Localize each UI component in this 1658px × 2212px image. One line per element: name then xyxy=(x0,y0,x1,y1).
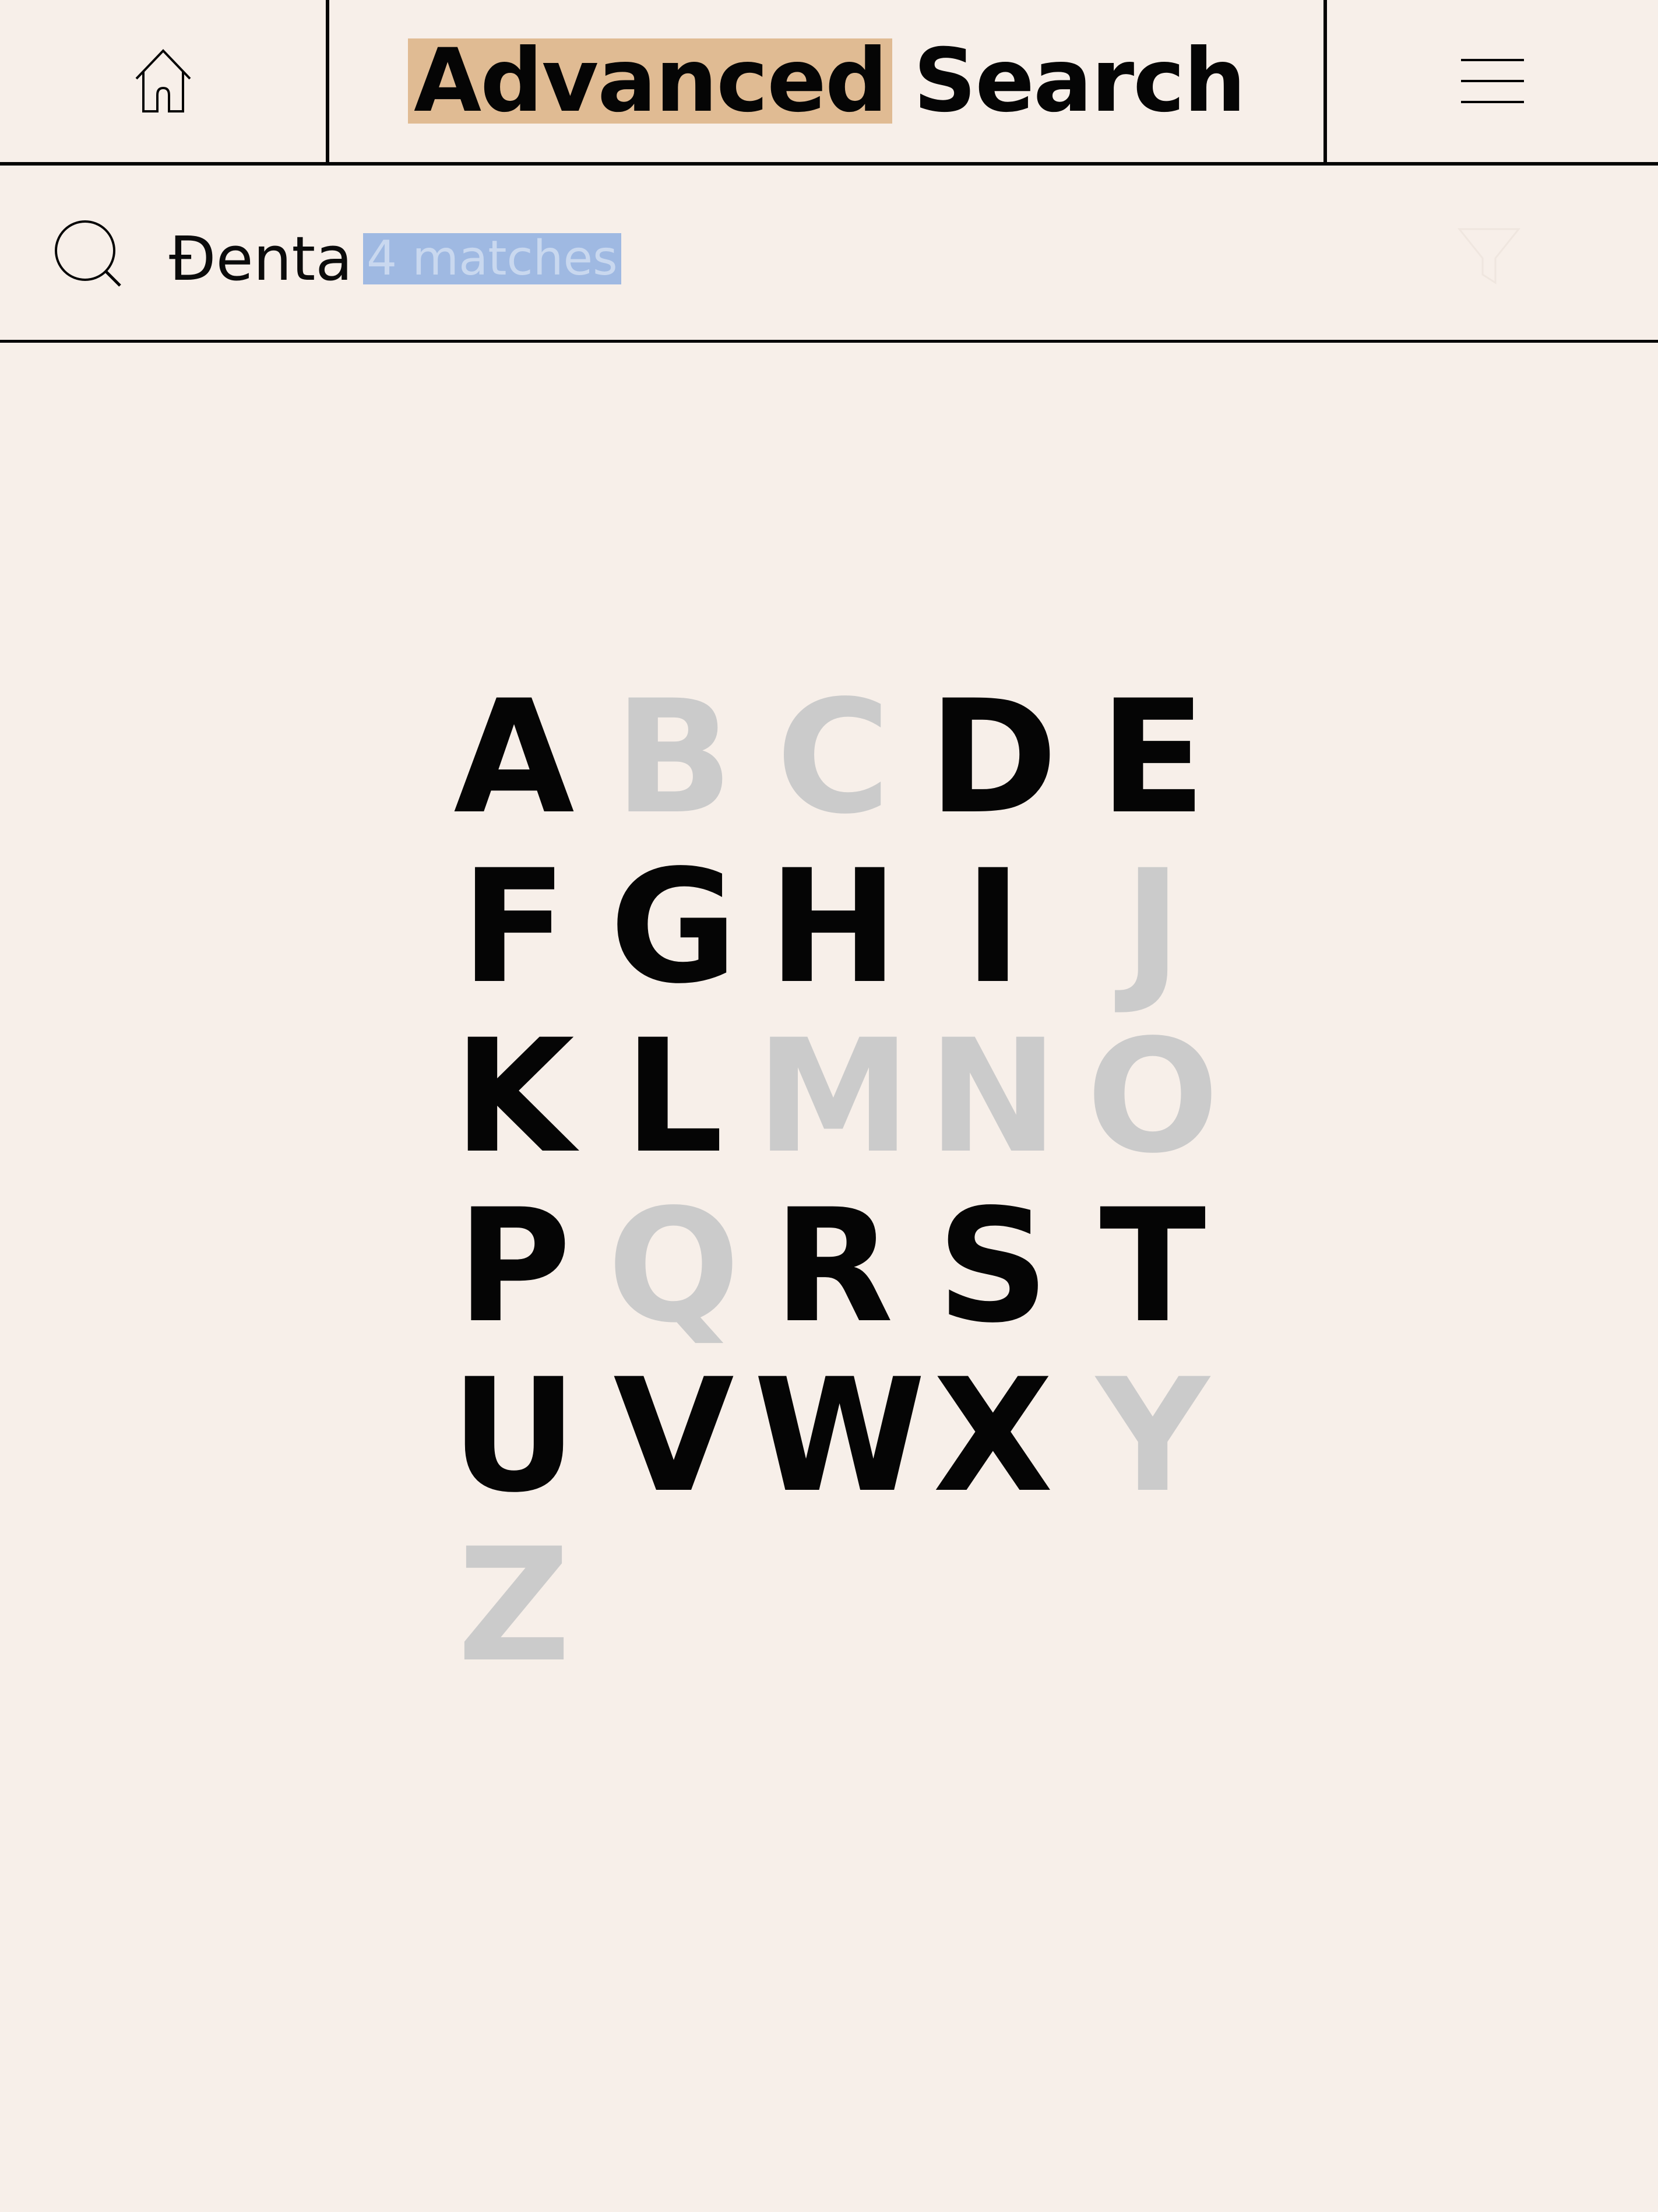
letter-f[interactable]: F xyxy=(434,843,594,1012)
letter-k[interactable]: K xyxy=(434,1012,594,1182)
home-button[interactable] xyxy=(0,0,329,162)
alphabet-grid: ABCDEFGHIJKLMNOPQRSTUVWXYZ xyxy=(434,667,1233,1691)
page-title-highlight: Advanced xyxy=(408,37,893,125)
letter-h[interactable]: H xyxy=(754,843,913,1012)
letter-v[interactable]: V xyxy=(594,1352,754,1521)
menu-button[interactable] xyxy=(1323,0,1658,162)
letter-u[interactable]: U xyxy=(434,1352,594,1521)
letter-p[interactable]: P xyxy=(434,1182,594,1352)
letter-z: Z xyxy=(457,1515,571,1697)
home-icon xyxy=(135,49,191,112)
hamburger-menu-icon xyxy=(1461,59,1524,103)
search-icon[interactable] xyxy=(54,219,126,291)
letter-t[interactable]: T xyxy=(1073,1182,1233,1352)
letter-q: Q xyxy=(607,1176,740,1358)
letter-y: Y xyxy=(1096,1345,1210,1527)
letter-w[interactable]: W xyxy=(754,1352,926,1521)
filter-icon[interactable] xyxy=(1457,224,1521,289)
letter-g[interactable]: G xyxy=(594,843,754,1012)
page-title: Advanced Search xyxy=(329,0,1323,162)
letter-m: M xyxy=(755,1006,911,1188)
letter-r[interactable]: R xyxy=(754,1182,913,1352)
search-query-text: Đenta xyxy=(169,223,353,294)
letter-c: C xyxy=(776,667,891,849)
letter-d[interactable]: D xyxy=(913,673,1073,843)
page-title-rest: Search xyxy=(913,30,1246,132)
letter-i[interactable]: I xyxy=(913,843,1073,1012)
letter-e[interactable]: E xyxy=(1073,673,1233,843)
letter-b: B xyxy=(614,667,734,849)
letter-x[interactable]: X xyxy=(913,1352,1073,1521)
search-bar: Đenta 4 matches xyxy=(0,166,1658,343)
letter-n: N xyxy=(927,1006,1059,1188)
letter-a[interactable]: A xyxy=(434,673,594,843)
header-bar: Advanced Search xyxy=(0,0,1658,166)
letter-o: O xyxy=(1086,1006,1219,1188)
letter-s[interactable]: S xyxy=(913,1182,1073,1352)
match-count-hint: 4 matches xyxy=(363,233,621,284)
letter-j: J xyxy=(1124,836,1182,1018)
search-input[interactable]: Đenta 4 matches xyxy=(169,223,621,294)
letter-l[interactable]: L xyxy=(594,1012,754,1182)
